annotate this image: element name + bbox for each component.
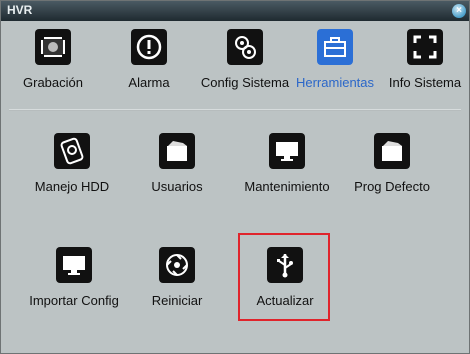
tool-usuarios[interactable]: Usuarios bbox=[137, 133, 217, 194]
monitor-icon bbox=[56, 247, 92, 283]
menu-item-config-sistema[interactable]: Config Sistema bbox=[195, 29, 295, 90]
divider bbox=[9, 109, 461, 111]
window-title: HVR bbox=[7, 3, 33, 17]
tool-mantenimiento[interactable]: Mantenimiento bbox=[237, 133, 337, 194]
hvr-window: HVR × Grabación Alarma Config Sistema He… bbox=[0, 0, 470, 354]
menu-item-herramientas[interactable]: Herramientas bbox=[295, 29, 375, 90]
toolbox-icon bbox=[317, 29, 353, 65]
folder-icon bbox=[374, 133, 410, 169]
menu-item-grabacion[interactable]: Grabación bbox=[15, 29, 91, 90]
tool-label: Prog Defecto bbox=[354, 179, 430, 194]
menu-label: Info Sistema bbox=[388, 75, 462, 90]
menu-item-info-sistema[interactable]: Info Sistema bbox=[387, 29, 463, 90]
gears-icon bbox=[227, 29, 263, 65]
title-bar: HVR × bbox=[1, 1, 469, 21]
film-record-icon bbox=[35, 29, 71, 65]
tool-manejo-hdd[interactable]: Manejo HDD bbox=[27, 133, 117, 194]
menu-label: Alarma bbox=[128, 75, 170, 90]
alarm-icon bbox=[131, 29, 167, 65]
tool-prog-defecto[interactable]: Prog Defecto bbox=[349, 133, 435, 194]
tool-label: Mantenimiento bbox=[244, 179, 330, 194]
tool-reiniciar[interactable]: Reiniciar bbox=[137, 247, 217, 308]
expand-icon bbox=[407, 29, 443, 65]
tool-importar-config[interactable]: Importar Config bbox=[27, 247, 121, 308]
monitor-icon bbox=[269, 133, 305, 169]
tool-label: Usuarios bbox=[151, 179, 203, 194]
folder-icon bbox=[159, 133, 195, 169]
tool-label: Manejo HDD bbox=[34, 179, 110, 194]
restart-icon bbox=[159, 247, 195, 283]
menu-label: Herramientas bbox=[295, 75, 375, 90]
menu-label: Grabación bbox=[23, 75, 83, 90]
tool-label: Importar Config bbox=[29, 293, 119, 308]
highlight-box bbox=[238, 233, 330, 321]
menu-item-alarma[interactable]: Alarma bbox=[111, 29, 187, 90]
close-icon[interactable]: × bbox=[452, 4, 466, 18]
hdd-icon bbox=[54, 133, 90, 169]
tool-label: Reiniciar bbox=[151, 293, 203, 308]
menu-label: Config Sistema bbox=[200, 75, 290, 90]
